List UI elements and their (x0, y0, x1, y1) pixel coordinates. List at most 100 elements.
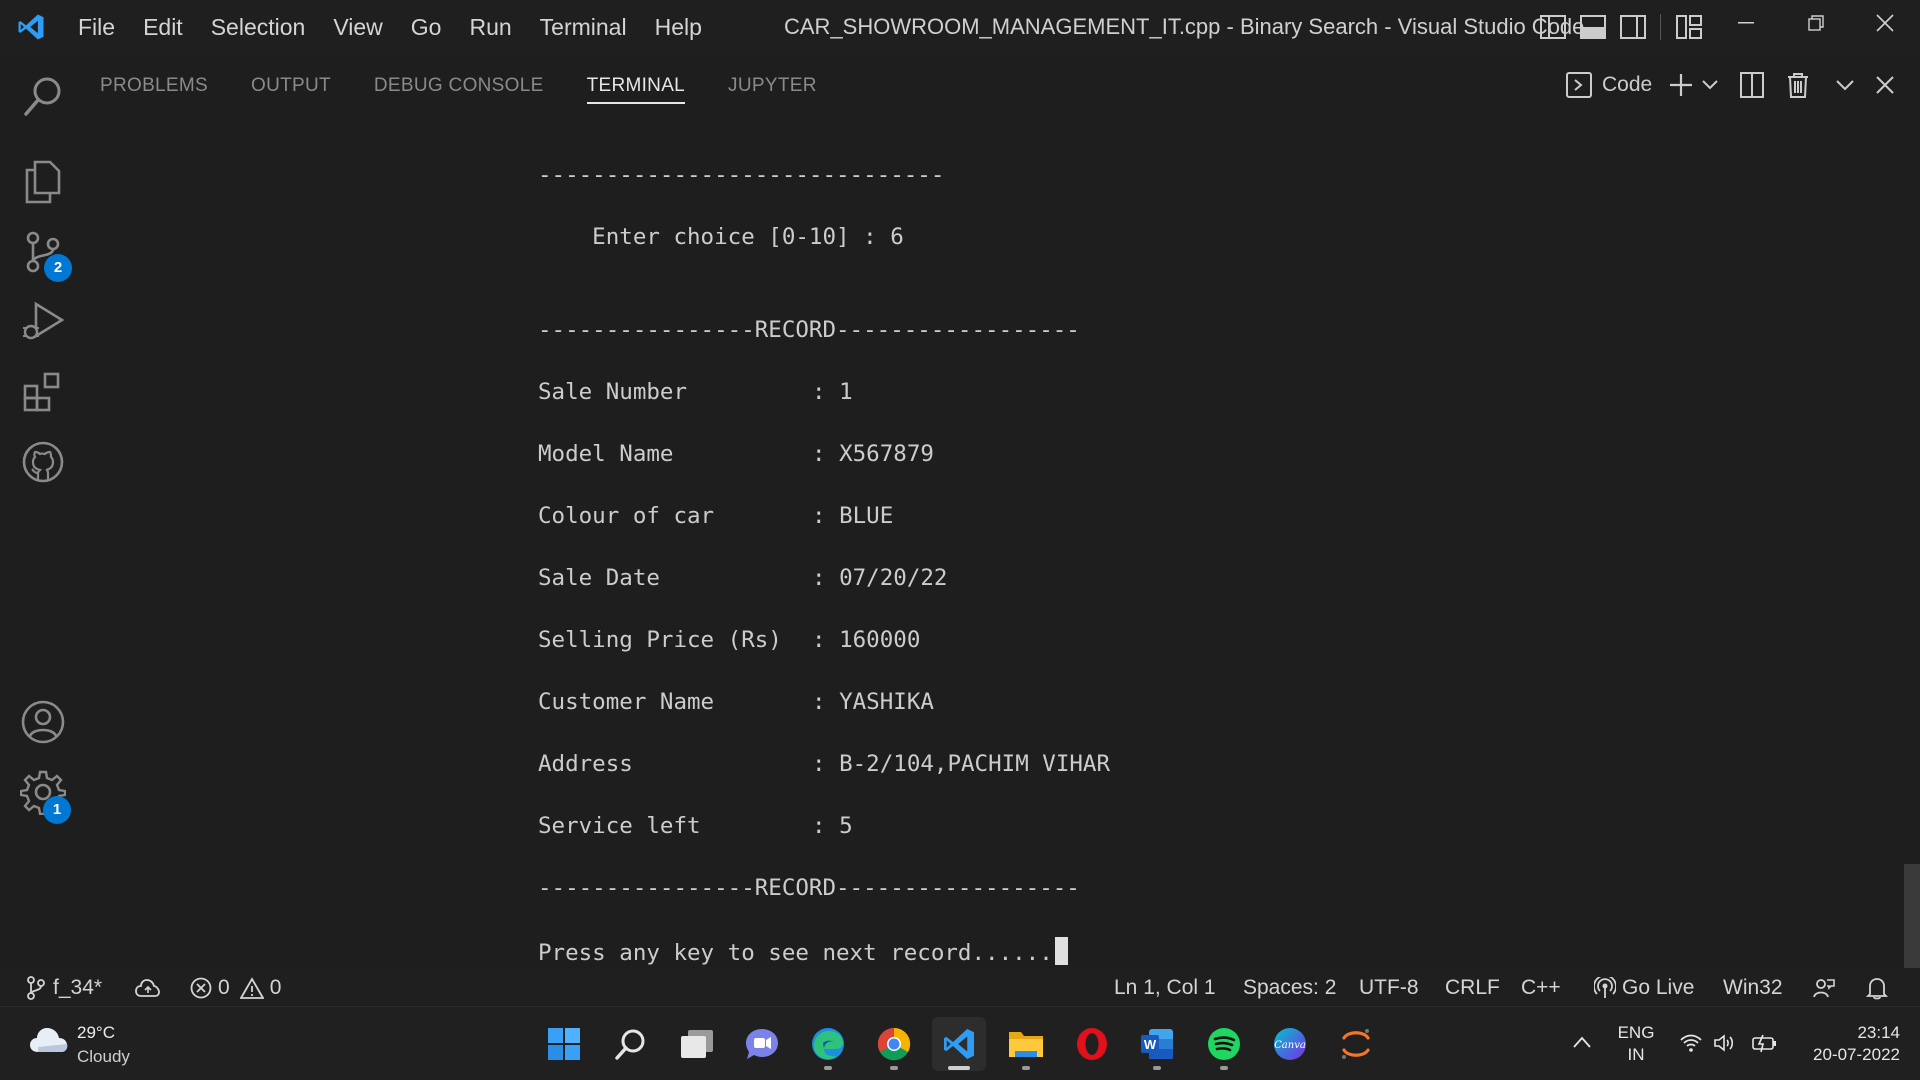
status-branch-name: f_34* (53, 976, 103, 999)
running-indicator (1153, 1066, 1161, 1070)
record-field-value: : BLUE (812, 503, 894, 529)
terminal-name-label: Code (1602, 73, 1653, 96)
show-hidden-icons-chevron-icon[interactable] (1573, 1035, 1591, 1053)
status-cursor-position[interactable]: Ln 1, Col 1 (1114, 970, 1216, 1006)
minimize-icon[interactable] (1712, 0, 1780, 46)
new-terminal-icon[interactable] (1666, 68, 1696, 102)
status-platform[interactable]: Win32 (1723, 970, 1783, 1006)
menu-selection[interactable]: Selection (197, 0, 320, 54)
terminal-output[interactable]: ------------------------------ Enter cho… (86, 118, 1920, 970)
warning-icon (239, 977, 264, 999)
file-explorer-icon[interactable] (999, 1017, 1053, 1071)
record-field-label: Address (538, 751, 633, 777)
extensions-icon[interactable] (0, 356, 86, 428)
menu-go[interactable]: Go (397, 0, 456, 54)
opera-browser-icon[interactable] (1065, 1017, 1119, 1071)
kill-terminal-trash-icon[interactable] (1783, 68, 1813, 102)
windows-start-icon[interactable] (537, 1017, 591, 1071)
weather-cloud-icon[interactable] (28, 1025, 70, 1060)
search-icon[interactable] (0, 60, 86, 132)
broadcast-icon (1594, 977, 1616, 998)
notifications-bell-icon[interactable] (1866, 970, 1888, 1006)
tab-output[interactable]: OUTPUT (251, 54, 331, 118)
teams-chat-icon[interactable] (735, 1017, 789, 1071)
jupyter-app-icon[interactable] (1329, 1017, 1383, 1071)
terminal-choice-prompt: Enter choice [0-10] : 6 (538, 224, 904, 250)
restore-icon[interactable] (1782, 0, 1850, 46)
system-clock[interactable]: 23:14 20-07-2022 (1790, 1022, 1900, 1066)
menu-edit[interactable]: Edit (129, 0, 197, 54)
edge-browser-icon[interactable] (801, 1017, 855, 1071)
close-panel-icon[interactable] (1870, 68, 1900, 102)
language-code: ENG (1617, 1023, 1655, 1042)
toggle-primary-sidebar-icon[interactable] (1539, 13, 1567, 41)
word-icon[interactable]: W (1130, 1017, 1184, 1071)
chrome-browser-icon[interactable] (867, 1017, 921, 1071)
github-icon[interactable] (0, 426, 86, 498)
wifi-icon[interactable] (1679, 1033, 1703, 1058)
maximize-panel-chevron-icon[interactable] (1830, 68, 1860, 102)
canva-icon[interactable]: Canva (1263, 1017, 1317, 1071)
record-field-label: Model Name (538, 441, 674, 467)
run-debug-icon[interactable] (0, 286, 86, 358)
tab-jupyter[interactable]: JUPYTER (728, 54, 817, 118)
status-warning-count: 0 (269, 976, 282, 999)
menu-file[interactable]: File (64, 0, 129, 54)
task-view-icon[interactable] (670, 1017, 724, 1071)
menu-run[interactable]: Run (455, 0, 525, 54)
record-field-label: Colour of car (538, 503, 715, 529)
running-indicator (824, 1066, 832, 1070)
feedback-icon[interactable] (1812, 970, 1836, 1006)
vscode-logo-icon[interactable] (0, 0, 62, 54)
customize-layout-icon[interactable] (1675, 13, 1703, 41)
status-language[interactable]: C++ (1521, 970, 1561, 1006)
running-indicator (890, 1066, 898, 1070)
svg-text:W: W (1144, 1037, 1157, 1052)
region-code: IN (1627, 1045, 1645, 1064)
record-field-label: Customer Name (538, 689, 715, 715)
menu-help[interactable]: Help (641, 0, 716, 54)
terminal-instance-button[interactable]: Code (1565, 68, 1675, 102)
status-error-count: 0 (218, 976, 230, 999)
terminal-scrollbar[interactable] (1904, 864, 1920, 968)
clock-date: 20-07-2022 (1813, 1045, 1900, 1064)
spotify-icon[interactable] (1197, 1017, 1251, 1071)
terminal-record-header: ----------------RECORD------------------ (538, 317, 1080, 343)
status-branch[interactable]: f_34* (27, 970, 102, 1006)
terminal-launch-profile-chevron-icon[interactable] (1698, 68, 1722, 102)
input-language[interactable]: ENG IN (1614, 1022, 1658, 1066)
record-field-label: Sale Number (538, 379, 688, 405)
title-bar: File Edit Selection View Go Run Terminal… (0, 0, 1920, 54)
close-window-icon[interactable] (1851, 0, 1919, 46)
volume-icon[interactable] (1713, 1033, 1737, 1058)
status-indentation[interactable]: Spaces: 2 (1243, 970, 1336, 1006)
settings-gear-icon[interactable]: 1 (0, 756, 86, 828)
record-field-value: : 1 (812, 379, 853, 405)
status-encoding[interactable]: UTF-8 (1359, 970, 1419, 1006)
source-control-icon[interactable]: 2 (0, 216, 86, 288)
window-title: CAR_SHOWROOM_MANAGEMENT_IT.cpp - Binary … (784, 14, 1585, 39)
tab-terminal[interactable]: TERMINAL (586, 54, 686, 118)
status-eol[interactable]: CRLF (1445, 970, 1500, 1006)
menu-terminal[interactable]: Terminal (526, 0, 641, 54)
windows-taskbar: 29°C Cloudy W Canva ENG IN 23:14 20-07-2… (0, 1006, 1920, 1080)
status-problems[interactable]: 0 0 (190, 970, 281, 1006)
explorer-icon[interactable] (0, 146, 86, 218)
battery-charging-icon[interactable] (1751, 1033, 1779, 1058)
record-field-label: Sale Date (538, 565, 660, 591)
sync-cloud-icon[interactable] (134, 970, 162, 1006)
status-go-live[interactable]: Go Live (1594, 970, 1694, 1006)
menu-view[interactable]: View (319, 0, 396, 54)
vscode-taskbar-icon[interactable] (932, 1017, 986, 1071)
record-field-value: : YASHIKA (812, 689, 934, 715)
terminal-separator: ------------------------------ (538, 162, 945, 188)
running-indicator (1022, 1066, 1030, 1070)
taskbar-search-icon[interactable] (604, 1017, 658, 1071)
accounts-icon[interactable] (0, 686, 86, 758)
record-field-value: : 5 (812, 813, 853, 839)
toggle-panel-icon[interactable] (1579, 13, 1607, 41)
toggle-secondary-sidebar-icon[interactable] (1619, 13, 1647, 41)
tab-debug-console[interactable]: DEBUG CONSOLE (374, 54, 544, 118)
tab-problems[interactable]: PROBLEMS (100, 54, 208, 118)
split-terminal-icon[interactable] (1737, 68, 1767, 102)
